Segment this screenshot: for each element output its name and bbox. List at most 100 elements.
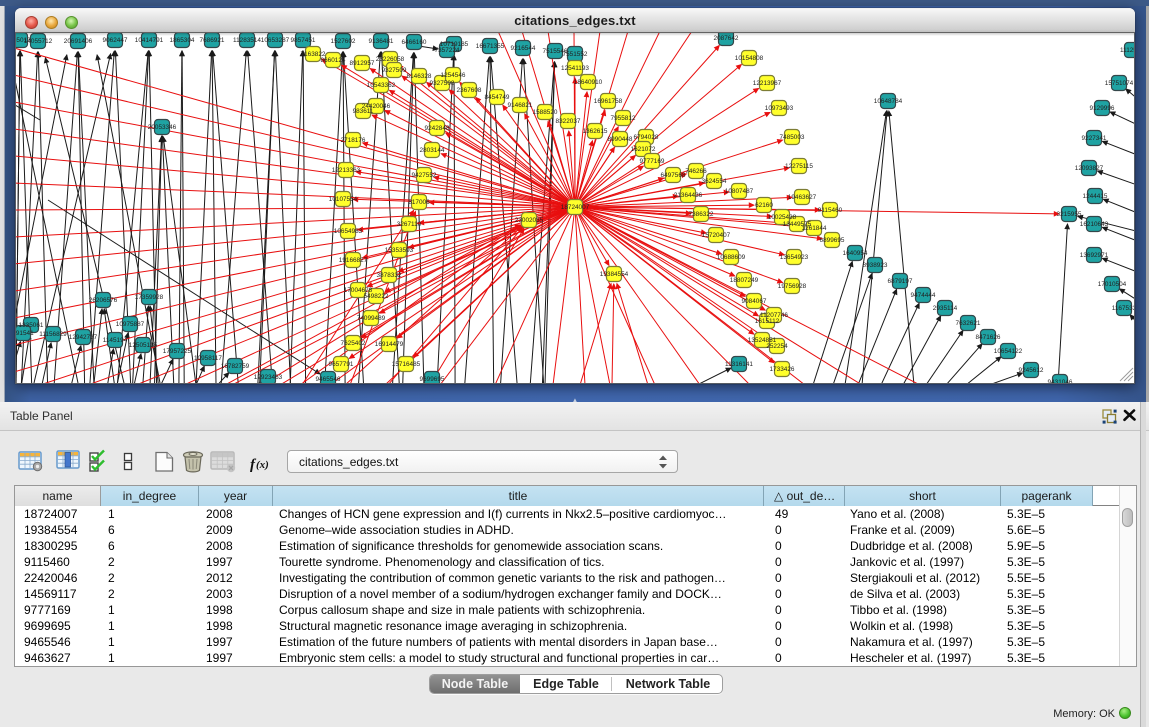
svg-text:9136481: 9136481 — [369, 38, 394, 45]
svg-text:6879197: 6879197 — [888, 278, 913, 285]
svg-text:10653287: 10653287 — [261, 37, 290, 44]
svg-text:7551552: 7551552 — [563, 51, 588, 58]
svg-text:8146328: 8146328 — [407, 73, 432, 80]
svg-text:9227341: 9227341 — [1082, 135, 1107, 142]
svg-text:9474444: 9474444 — [911, 292, 936, 299]
svg-text:19463627: 19463627 — [788, 194, 817, 201]
svg-text:9146821: 9146821 — [508, 102, 533, 109]
svg-text:3215955: 3215955 — [1057, 211, 1082, 218]
svg-text:3878332: 3878332 — [377, 272, 402, 279]
svg-text:18807249: 18807249 — [730, 277, 759, 284]
svg-text:2935114: 2935114 — [933, 305, 958, 312]
svg-text:9699695: 9699695 — [420, 376, 445, 383]
svg-text:9431046: 9431046 — [1048, 379, 1073, 384]
svg-text:10975887: 10975887 — [116, 321, 145, 328]
svg-text:19384554: 19384554 — [600, 271, 629, 278]
svg-text:7632621: 7632621 — [956, 320, 981, 327]
svg-text:10648784: 10648784 — [874, 98, 903, 105]
svg-text:16782759: 16782759 — [221, 363, 250, 370]
svg-text:10025438: 10025438 — [768, 214, 797, 221]
svg-text:2367608: 2367608 — [457, 87, 482, 94]
svg-text:6794028: 6794028 — [634, 134, 659, 141]
svg-text:1261844: 1261844 — [802, 225, 827, 232]
svg-text:9115460: 9115460 — [818, 207, 843, 214]
svg-text:991541: 991541 — [16, 330, 34, 337]
svg-text:746266: 746266 — [685, 168, 707, 175]
svg-text:6466160: 6466160 — [402, 39, 427, 46]
svg-text:10807487: 10807487 — [725, 188, 754, 195]
svg-text:9327508: 9327508 — [430, 80, 455, 87]
svg-text:2803144: 2803144 — [420, 147, 445, 154]
svg-text:9777169: 9777169 — [640, 158, 665, 165]
svg-text:1244415: 1244415 — [1083, 193, 1108, 200]
svg-text:15353593: 15353593 — [385, 247, 414, 254]
svg-text:1588520: 1588520 — [533, 109, 558, 116]
svg-text:15720407: 15720407 — [702, 232, 731, 239]
svg-text:1167533: 1167533 — [1112, 305, 1135, 312]
svg-text:16961758: 16961758 — [594, 98, 623, 105]
svg-text:6497568: 6497568 — [661, 172, 686, 179]
svg-text:9245612: 9245612 — [1019, 367, 1044, 374]
svg-text:13692971: 13692971 — [1080, 252, 1109, 259]
svg-text:7625402: 7625402 — [341, 340, 366, 347]
svg-text:20691406: 20691406 — [64, 38, 93, 45]
svg-text:11283514: 11283514 — [233, 37, 261, 44]
svg-text:19756928: 19756928 — [778, 283, 807, 290]
svg-text:15716485: 15716485 — [392, 361, 421, 368]
svg-text:1362615: 1362615 — [583, 128, 608, 135]
svg-text:3624554: 3624554 — [702, 178, 727, 185]
svg-text:1865304: 1865304 — [170, 37, 195, 44]
svg-text:17010504: 17010504 — [1098, 281, 1127, 288]
svg-text:1615112: 1615112 — [755, 318, 780, 325]
svg-text:12541193: 12541193 — [561, 65, 589, 72]
svg-text:1112544: 1112544 — [1120, 47, 1135, 54]
svg-text:10414791: 10414791 — [135, 37, 164, 44]
svg-text:26206576: 26206576 — [89, 297, 118, 304]
svg-text:7357224: 7357224 — [435, 47, 460, 54]
svg-text:19166827: 19166827 — [339, 257, 368, 264]
svg-text:7955812: 7955812 — [611, 115, 636, 122]
svg-text:1733426: 1733426 — [770, 366, 795, 373]
svg-text:7485003: 7485003 — [780, 134, 805, 141]
svg-text:8912957: 8912957 — [350, 60, 375, 67]
svg-text:9129996: 9129996 — [1090, 105, 1115, 112]
svg-text:1335061: 1335061 — [19, 322, 44, 329]
svg-text:2087642: 2087642 — [714, 35, 739, 42]
svg-text:1621072: 1621072 — [631, 146, 656, 153]
svg-text:10958117: 10958117 — [194, 355, 222, 362]
svg-text:(x): (x) — [256, 459, 269, 471]
svg-text:18724007: 18724007 — [561, 204, 590, 211]
svg-text:9857451: 9857451 — [291, 37, 316, 44]
svg-text:12275115: 12275115 — [785, 163, 813, 170]
svg-text:12213363: 12213363 — [332, 167, 361, 174]
svg-text:1640954: 1640954 — [843, 250, 868, 257]
svg-text:21364436: 21364436 — [674, 192, 703, 199]
svg-text:9465546: 9465546 — [316, 376, 341, 383]
svg-text:12093827: 12093827 — [1075, 165, 1104, 172]
svg-text:7386322: 7386322 — [689, 211, 714, 218]
svg-text:10688609: 10688609 — [717, 254, 746, 261]
svg-text:3267110: 3267110 — [397, 221, 422, 228]
svg-text:12213967: 12213967 — [753, 80, 782, 87]
svg-text:1145194: 1145194 — [103, 337, 128, 344]
svg-text:252254: 252254 — [766, 343, 788, 350]
svg-text:9657791: 9657791 — [329, 361, 354, 368]
svg-text:10154808: 10154808 — [735, 55, 764, 62]
svg-text:10973493: 10973493 — [765, 105, 794, 112]
svg-text:16671355: 16671355 — [476, 43, 505, 50]
svg-text:2718176: 2718176 — [341, 137, 366, 144]
svg-text:9427552: 9427552 — [412, 172, 437, 179]
svg-text:6899695: 6899695 — [820, 237, 845, 244]
svg-text:16914479: 16914479 — [375, 341, 404, 348]
svg-text:10654122: 10654122 — [994, 348, 1023, 355]
svg-text:8660124: 8660124 — [321, 57, 346, 64]
svg-text:983611: 983611 — [353, 108, 374, 115]
svg-text:13654923: 13654923 — [780, 254, 809, 261]
svg-text:10654983: 10654983 — [334, 228, 363, 235]
svg-text:18640910: 18640910 — [574, 79, 603, 86]
svg-text:23002035: 23002035 — [515, 217, 544, 224]
svg-text:62160: 62160 — [755, 202, 773, 209]
svg-text:8322037: 8322037 — [556, 118, 581, 125]
svg-text:8990448: 8990448 — [608, 136, 633, 143]
svg-text:11207746: 11207746 — [760, 312, 788, 319]
